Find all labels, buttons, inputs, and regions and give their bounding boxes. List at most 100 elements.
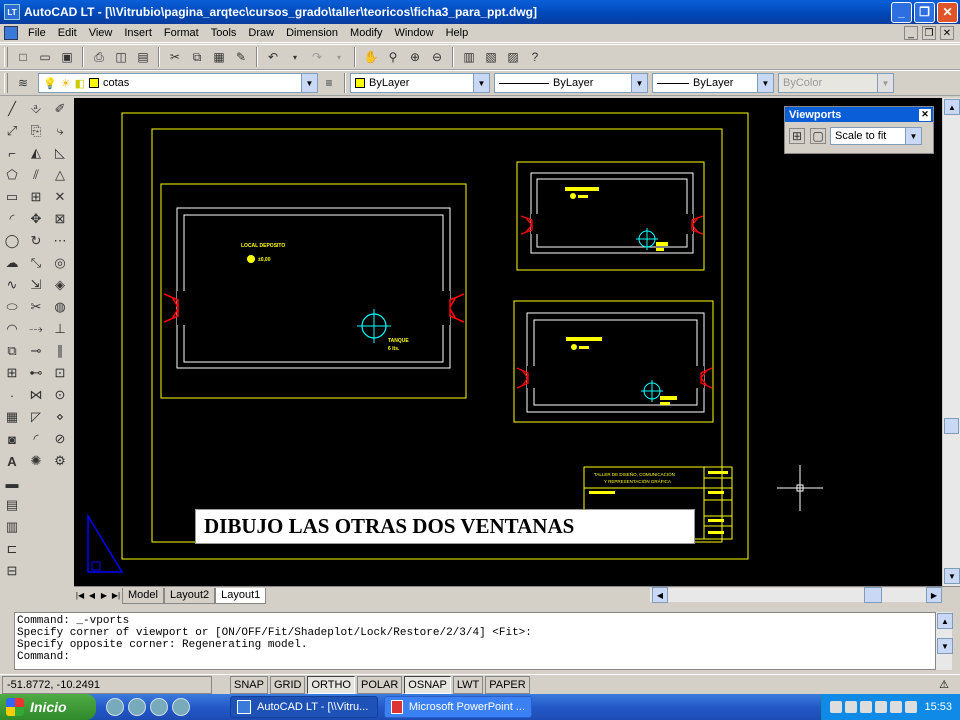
stretch-icon[interactable]: ⇲	[26, 275, 46, 295]
ortho-toggle[interactable]: ORTHO	[307, 675, 355, 694]
pan-icon[interactable]: ✋	[361, 47, 381, 67]
snap-endpoint-icon[interactable]: ◺	[50, 143, 70, 163]
show-desktop-icon[interactable]	[128, 698, 146, 716]
snap-none-icon[interactable]: ⊘	[50, 429, 70, 449]
line-icon[interactable]: ╱	[2, 99, 22, 119]
undo-icon[interactable]: ↶	[263, 47, 283, 67]
dimension-style-icon[interactable]: ▥	[2, 517, 22, 537]
doc-minimize-button[interactable]: _	[904, 26, 918, 40]
zoom-realtime-icon[interactable]: ⚲	[383, 47, 403, 67]
menu-edit[interactable]: Edit	[52, 27, 83, 39]
grid-toggle[interactable]: GRID	[269, 675, 306, 694]
revision-cloud-icon[interactable]: ☁	[2, 253, 22, 273]
zoom-window-icon[interactable]: ⊕	[405, 47, 425, 67]
paste-icon[interactable]: ▦	[209, 47, 229, 67]
leader-icon[interactable]: ⊟	[2, 561, 22, 581]
viewport-scale-combo[interactable]: Scale to fit ▼	[830, 127, 922, 145]
publish-icon[interactable]: ▤	[133, 47, 153, 67]
autocad-app-icon[interactable]: LT	[4, 4, 20, 20]
media-player-icon[interactable]	[150, 698, 168, 716]
snap-quadrant-icon[interactable]: ◈	[50, 275, 70, 295]
chevron-down-icon[interactable]: ▼	[473, 74, 489, 92]
inquiry-icon[interactable]: ▬	[2, 473, 22, 493]
plot-preview-icon[interactable]: ◫	[111, 47, 131, 67]
move-icon[interactable]: ✥	[26, 209, 46, 229]
status-tray-icon[interactable]: ⚠	[936, 677, 952, 693]
osnap-settings-icon[interactable]: ⚙	[50, 451, 70, 471]
make-object-layer-current-icon[interactable]: ≡	[319, 73, 339, 93]
snap-node-icon[interactable]: ⊙	[50, 385, 70, 405]
quick-dimension-icon[interactable]: ⊏	[2, 539, 22, 559]
tab-last-icon[interactable]: ▶|	[110, 589, 122, 603]
osnap-toggle[interactable]: OSNAP	[404, 675, 451, 694]
copy-icon[interactable]: ⧉	[187, 47, 207, 67]
chevron-down-icon[interactable]: ▼	[877, 74, 893, 92]
tray-icon[interactable]	[905, 701, 918, 713]
mirror-icon[interactable]: ◭	[26, 143, 46, 163]
construction-line-icon[interactable]: ⤢	[2, 121, 22, 141]
match-properties-icon[interactable]: ✎	[231, 47, 251, 67]
snap-from-icon[interactable]: ⤷	[50, 121, 70, 141]
circle-icon[interactable]: ◯	[2, 231, 22, 251]
doc-close-button[interactable]: ✕	[940, 26, 954, 40]
design-center-icon[interactable]: ▧	[481, 47, 501, 67]
rotate-icon[interactable]: ↻	[26, 231, 46, 251]
tray-icon[interactable]	[860, 701, 873, 713]
maximize-button[interactable]: ❐	[914, 1, 935, 23]
viewports-toolbar-title[interactable]: Viewports ✕	[785, 107, 933, 122]
polyline-icon[interactable]: ⌐	[2, 143, 22, 163]
task-autocad[interactable]: AutoCAD LT - [\\Vitru...	[230, 696, 378, 718]
open-file-icon[interactable]: ▭	[35, 47, 55, 67]
fillet-icon[interactable]: ◜	[26, 429, 46, 449]
single-viewport-icon[interactable]: ▢	[810, 128, 826, 144]
dimension-icon[interactable]: ▤	[2, 495, 22, 515]
layer-manager-icon[interactable]: ≋	[13, 73, 33, 93]
rectangle-icon[interactable]: ▭	[2, 187, 22, 207]
scroll-down-icon[interactable]: ▼	[937, 638, 953, 654]
arc-icon[interactable]: ◜	[2, 209, 22, 229]
tray-icon[interactable]	[890, 701, 903, 713]
new-file-icon[interactable]: □	[13, 47, 33, 67]
command-window[interactable]: Command: _-vports Specify corner of view…	[14, 612, 936, 670]
tab-layout2[interactable]: Layout2	[163, 587, 216, 604]
tab-prev-icon[interactable]: ◀	[86, 589, 98, 603]
chevron-down-icon[interactable]: ▼	[301, 74, 317, 92]
paper-toggle[interactable]: PAPER	[485, 675, 530, 694]
scroll-down-icon[interactable]: ▼	[944, 568, 960, 584]
tab-layout1[interactable]: Layout1	[215, 587, 267, 604]
snap-toggle[interactable]: SNAP	[230, 675, 268, 694]
extend-icon[interactable]: ⤏	[26, 319, 46, 339]
chevron-down-icon[interactable]: ▼	[757, 74, 773, 92]
scroll-left-icon[interactable]: ◀	[652, 587, 668, 603]
linetype-control-combo[interactable]: ByLayer ▼	[494, 73, 648, 93]
snap-parallel-icon[interactable]: ∥	[50, 341, 70, 361]
color-control-combo[interactable]: ByLayer ▼	[350, 73, 490, 93]
hatch-icon[interactable]: ▦	[2, 407, 22, 427]
cut-icon[interactable]: ✂	[165, 47, 185, 67]
temporary-track-icon[interactable]: ✐	[50, 99, 70, 119]
scale-icon[interactable]: ⤡	[26, 253, 46, 273]
scroll-right-icon[interactable]: ▶	[926, 587, 942, 603]
close-icon[interactable]: ✕	[919, 108, 931, 121]
snap-insert-icon[interactable]: ⊡	[50, 363, 70, 383]
internet-explorer-icon[interactable]	[106, 698, 124, 716]
command-prompt[interactable]: Command:	[17, 651, 933, 663]
coordinate-readout[interactable]: -51.8772, -10.2491	[2, 675, 212, 694]
tray-icon[interactable]	[830, 701, 843, 713]
trim-icon[interactable]: ✂	[26, 297, 46, 317]
horizontal-scrollbar[interactable]: ◀ ▶	[650, 587, 942, 603]
scroll-up-icon[interactable]: ▲	[937, 613, 953, 629]
plotstyle-control-combo[interactable]: ByColor ▼	[778, 73, 894, 93]
lwt-toggle[interactable]: LWT	[452, 675, 484, 694]
menu-modify[interactable]: Modify	[344, 27, 388, 39]
snap-center-icon[interactable]: ◎	[50, 253, 70, 273]
snap-midpoint-icon[interactable]: △	[50, 165, 70, 185]
chamfer-icon[interactable]: ◸	[26, 407, 46, 427]
point-icon[interactable]: ·	[2, 385, 22, 405]
menu-tools[interactable]: Tools	[205, 27, 243, 39]
break-icon[interactable]: ⊷	[26, 363, 46, 383]
redo-dropdown-icon[interactable]: ▾	[329, 47, 349, 67]
insert-block-icon[interactable]: ⧉	[2, 341, 22, 361]
snap-apparent-icon[interactable]: ⊠	[50, 209, 70, 229]
task-powerpoint[interactable]: Microsoft PowerPoint ...	[384, 696, 532, 718]
